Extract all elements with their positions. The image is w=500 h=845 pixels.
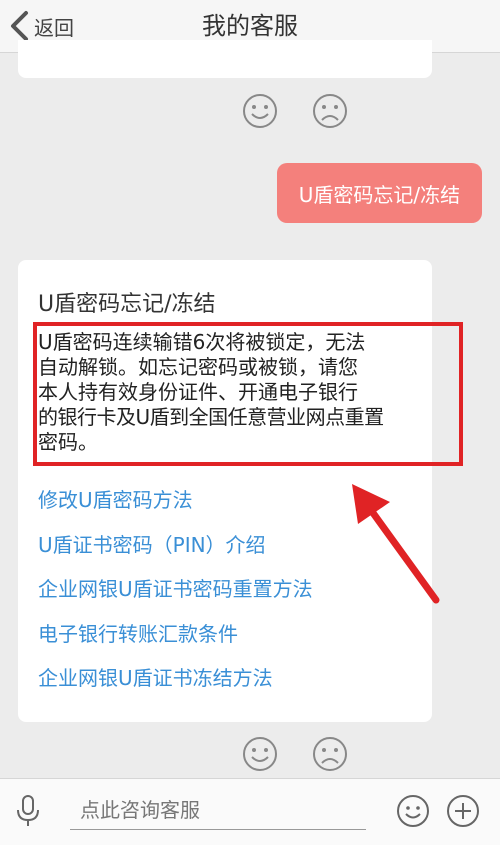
emoji-icon[interactable]	[396, 794, 430, 828]
microphone-icon[interactable]	[14, 794, 42, 828]
page-title: 我的客服	[202, 12, 298, 40]
chat-input[interactable]	[70, 790, 366, 830]
link-transfer-conditions[interactable]: 电子银行转账汇款条件	[38, 618, 238, 647]
sad-face-icon[interactable]	[311, 735, 349, 773]
highlight-annotation-box	[33, 322, 463, 466]
arrow-annotation-icon	[352, 484, 440, 604]
link-pin-intro[interactable]: U盾证书密码（PIN）介绍	[38, 529, 266, 558]
answer-title: U盾密码忘记/冻结	[38, 292, 216, 317]
smile-face-icon[interactable]	[241, 735, 279, 773]
previous-bot-message	[18, 40, 432, 78]
smile-face-icon[interactable]	[241, 92, 279, 130]
link-enterprise-freeze[interactable]: 企业网银U盾证书冻结方法	[38, 662, 273, 691]
link-enterprise-reset[interactable]: 企业网银U盾证书密码重置方法	[38, 573, 313, 602]
sad-face-icon[interactable]	[311, 92, 349, 130]
user-message-bubble: U盾密码忘记/冻结	[277, 163, 482, 223]
plus-icon[interactable]	[446, 794, 480, 828]
link-change-pin[interactable]: 修改U盾密码方法	[38, 484, 193, 513]
